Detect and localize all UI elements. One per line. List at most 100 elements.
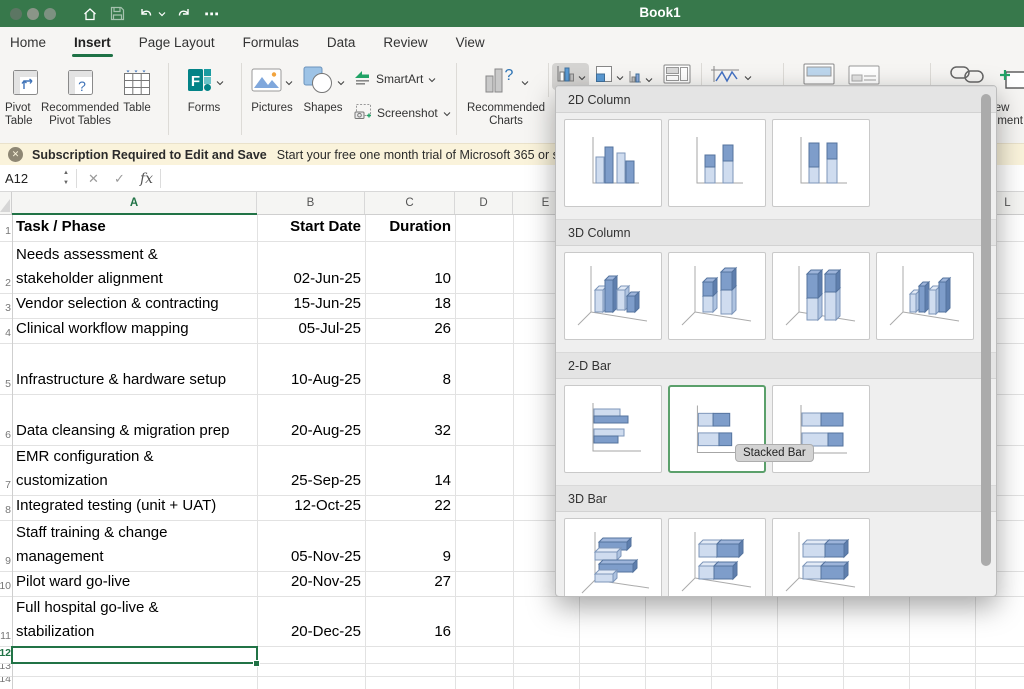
cell[interactable]: Task / Phase: [12, 215, 257, 241]
cell[interactable]: Start Date: [257, 215, 365, 241]
save-icon[interactable]: [110, 4, 125, 23]
cell[interactable]: 20-Nov-25: [257, 572, 365, 596]
row-header-8[interactable]: 8: [0, 496, 11, 520]
row-header-6[interactable]: 6: [0, 395, 11, 445]
chart-thumb-clustered-column[interactable]: [564, 119, 662, 207]
row-header-1[interactable]: 1: [0, 215, 11, 241]
cell[interactable]: 05-Jul-25: [257, 319, 365, 343]
cell[interactable]: 10: [365, 242, 455, 293]
zoom-button[interactable]: [44, 8, 56, 20]
pictures-button[interactable]: Pictures: [248, 62, 296, 115]
tab-home[interactable]: Home: [8, 29, 48, 56]
cell[interactable]: Infrastructure & hardware setup: [12, 344, 257, 394]
cell[interactable]: Needs assessment & stakeholder alignment: [12, 242, 257, 293]
close-button[interactable]: [10, 8, 22, 20]
chart-thumb-clustered-bar-3d[interactable]: [564, 518, 662, 597]
cancel-icon[interactable]: ✕: [88, 165, 99, 192]
table-button[interactable]: Table: [117, 62, 157, 115]
cell[interactable]: 15-Jun-25: [257, 294, 365, 318]
cell[interactable]: 22: [365, 496, 455, 520]
row-header-4[interactable]: 4: [0, 319, 11, 343]
chart-thumb-clustered-column-3d[interactable]: [564, 252, 662, 340]
cell[interactable]: Clinical workflow mapping: [12, 319, 257, 343]
name-box[interactable]: A12: [0, 165, 60, 192]
cell[interactable]: 25-Sep-25: [257, 446, 365, 495]
cell[interactable]: 8: [365, 344, 455, 394]
chart-thumb-stacked-bar-3d[interactable]: [668, 518, 766, 597]
recommended-charts-button[interactable]: ? Recommended Charts: [462, 62, 550, 128]
cell[interactable]: 10-Aug-25: [257, 344, 365, 394]
name-box-stepper[interactable]: ▲▼: [60, 168, 72, 188]
tab-insert[interactable]: Insert: [72, 29, 113, 56]
row-header-2[interactable]: 2: [0, 242, 11, 293]
row-header-14[interactable]: 14: [0, 677, 11, 689]
fill-handle[interactable]: [253, 660, 260, 667]
home-icon[interactable]: [82, 4, 98, 23]
enter-icon[interactable]: ✓: [114, 165, 125, 192]
cell[interactable]: [257, 677, 365, 689]
cell[interactable]: 18: [365, 294, 455, 318]
row-header-11[interactable]: 11: [0, 597, 11, 646]
chart-thumb-clustered-bar[interactable]: [564, 385, 662, 473]
chart-thumb-stacked-column-3d[interactable]: [668, 252, 766, 340]
menu-scrollbar[interactable]: [981, 94, 991, 566]
tab-page-layout[interactable]: Page Layout: [137, 29, 217, 56]
row-header-5[interactable]: 5: [0, 344, 11, 394]
chart-thumb-stacked-column-100[interactable]: [772, 119, 870, 207]
row-header-7[interactable]: 7: [0, 446, 11, 495]
cell[interactable]: Full hospital go-live & stabilization: [12, 597, 257, 646]
cell[interactable]: Data cleansing & migration prep: [12, 395, 257, 445]
cell[interactable]: 02-Jun-25: [257, 242, 365, 293]
cell[interactable]: [257, 647, 365, 663]
more-icon[interactable]: ⋯: [204, 4, 219, 23]
select-all-corner[interactable]: [0, 192, 12, 214]
tab-data[interactable]: Data: [325, 29, 358, 56]
cell[interactable]: 26: [365, 319, 455, 343]
cell[interactable]: [12, 664, 257, 676]
column-header-D[interactable]: D: [455, 192, 513, 214]
cell[interactable]: 27: [365, 572, 455, 596]
column-header-A[interactable]: A: [12, 192, 257, 214]
tab-formulas[interactable]: Formulas: [241, 29, 301, 56]
cell[interactable]: [12, 677, 257, 689]
cell[interactable]: [365, 664, 455, 676]
cell[interactable]: 16: [365, 597, 455, 646]
tab-review[interactable]: Review: [381, 29, 429, 56]
row-header-12[interactable]: 12: [0, 647, 11, 663]
row-header-10[interactable]: 10: [0, 572, 11, 596]
cell[interactable]: EMR configuration & customization: [12, 446, 257, 495]
column-header-B[interactable]: B: [257, 192, 365, 214]
chart-thumb-column-3d[interactable]: [876, 252, 974, 340]
cell[interactable]: Duration: [365, 215, 455, 241]
cell[interactable]: 05-Nov-25: [257, 521, 365, 571]
cell[interactable]: 9: [365, 521, 455, 571]
undo-icon[interactable]: [138, 4, 154, 23]
row-header-13[interactable]: 13: [0, 664, 11, 676]
cell[interactable]: 20-Aug-25: [257, 395, 365, 445]
minimize-button[interactable]: [27, 8, 39, 20]
dismiss-notice-icon[interactable]: ✕: [8, 147, 23, 162]
cell[interactable]: [365, 647, 455, 663]
row-header-3[interactable]: 3: [0, 294, 11, 318]
column-header-C[interactable]: C: [365, 192, 455, 214]
chart-thumb-stacked-column-100-3d[interactable]: [772, 252, 870, 340]
cell[interactable]: Vendor selection & contracting: [12, 294, 257, 318]
cell[interactable]: 12-Oct-25: [257, 496, 365, 520]
chart-thumb-stacked-bar-100-3d[interactable]: [772, 518, 870, 597]
cell[interactable]: 32: [365, 395, 455, 445]
cell[interactable]: Staff training & change management: [12, 521, 257, 571]
tab-view[interactable]: View: [454, 29, 487, 56]
screenshot-button[interactable]: Screenshot: [354, 103, 451, 123]
shapes-button[interactable]: Shapes: [299, 62, 347, 115]
undo-chevron-icon[interactable]: [158, 4, 166, 23]
smartart-button[interactable]: SmartArt: [354, 69, 436, 88]
cell[interactable]: 14: [365, 446, 455, 495]
cell[interactable]: 20-Dec-25: [257, 597, 365, 646]
cell[interactable]: [365, 677, 455, 689]
redo-icon[interactable]: [176, 4, 192, 23]
row-header-9[interactable]: 9: [0, 521, 11, 571]
forms-button[interactable]: F Forms: [178, 62, 230, 115]
recommended-pivot-tables-button[interactable]: ? Recommended Pivot Tables: [40, 62, 120, 128]
chart-thumb-stacked-column[interactable]: [668, 119, 766, 207]
cell[interactable]: Pilot ward go-live: [12, 572, 257, 596]
